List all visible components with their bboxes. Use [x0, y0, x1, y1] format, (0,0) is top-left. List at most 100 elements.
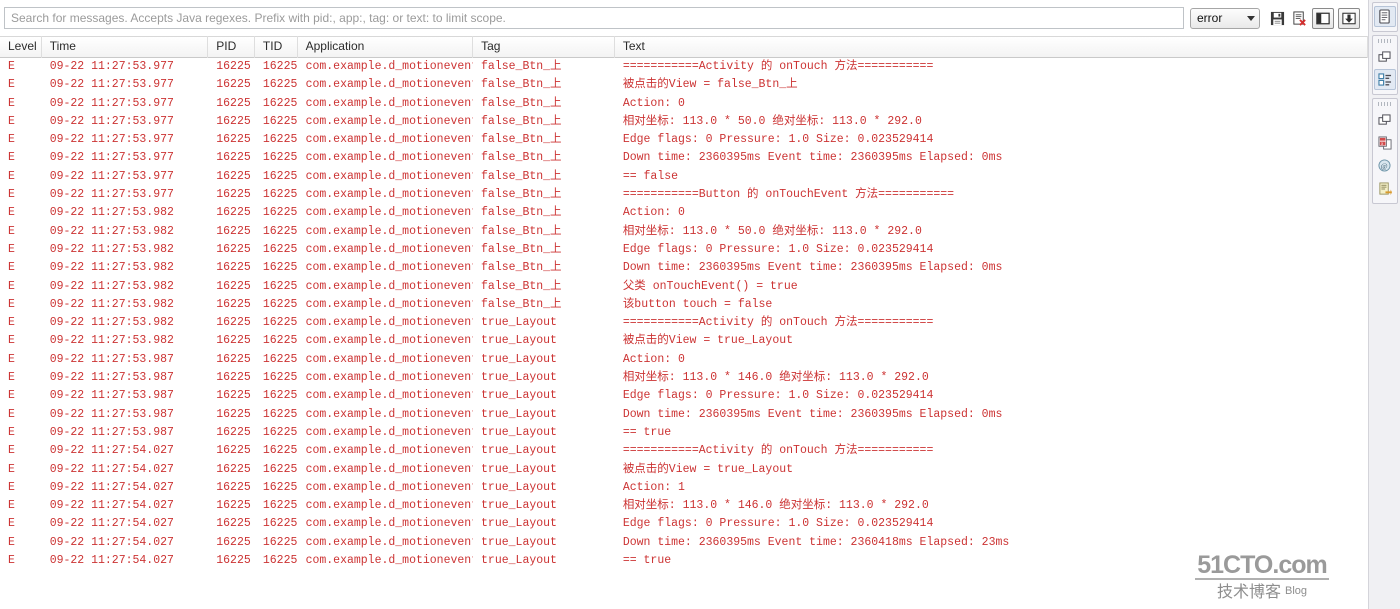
cell-level: E: [8, 499, 15, 513]
cell-app: com.example.d_motionevent: [305, 480, 474, 494]
logcat-table: Level Time PID TID Application Tag Text …: [0, 36, 1368, 595]
table-row[interactable]: E 09-22 11:27:53.987 16225 16225 com.example…: [0, 369, 1368, 387]
cell-time: 09-22 11:27:53.987: [49, 425, 174, 439]
table-row[interactable]: E 09-22 11:27:53.982 16225 16225 com.example…: [0, 204, 1368, 222]
table-row[interactable]: E 09-22 11:27:53.982 16225 16225 com.example…: [0, 332, 1368, 350]
cell-pid: 16225: [216, 425, 251, 439]
table-row[interactable]: E 09-22 11:27:53.982 16225 16225 com.example…: [0, 223, 1368, 241]
cell-tid: 16225: [262, 517, 298, 531]
cell-tag: true_Layout: [481, 407, 557, 421]
table-row[interactable]: E 09-22 11:27:53.977 16225 16225 com.example…: [0, 113, 1368, 131]
log-level-dropdown[interactable]: error: [1190, 7, 1260, 29]
table-row[interactable]: E 09-22 11:27:53.977 16225 16225 com.example…: [0, 168, 1368, 186]
column-header-pid[interactable]: PID: [208, 36, 255, 58]
export-selected-items-icon[interactable]: [1338, 7, 1360, 29]
cell-text: Edge flags: 0 Pressure: 1.0 Size: 0.0235…: [622, 389, 934, 403]
outline-icon[interactable]: [1373, 69, 1396, 90]
column-header-text[interactable]: Text: [615, 36, 1368, 58]
cell-pid: 16225: [216, 480, 251, 494]
problems-icon[interactable]: x: [1374, 132, 1396, 153]
column-header-tid[interactable]: TID: [255, 36, 298, 58]
devices-icon[interactable]: [1374, 46, 1396, 67]
table-row[interactable]: E 09-22 11:27:53.982 16225 16225 com.example…: [0, 296, 1368, 314]
cell-app: com.example.d_motionevent: [305, 133, 474, 147]
cell-level: E: [8, 517, 15, 531]
cell-tag: true_Layout: [481, 462, 557, 476]
cell-time: 09-22 11:27:53.987: [49, 389, 174, 403]
cell-pid: 16225: [216, 554, 251, 568]
cell-tid: 16225: [262, 169, 298, 183]
clear-log-icon[interactable]: [1290, 8, 1308, 28]
cell-pid: 16225: [216, 297, 251, 311]
table-row[interactable]: E 09-22 11:27:53.982 16225 16225 com.example…: [0, 241, 1368, 259]
column-header-application[interactable]: Application: [298, 36, 474, 58]
cell-tag: true_Layout: [481, 480, 557, 494]
cell-text: 该button touch = false: [622, 297, 773, 311]
save-log-icon[interactable]: [1268, 8, 1286, 28]
cell-level: E: [8, 96, 15, 110]
cell-text: == true: [622, 425, 672, 439]
cell-time: 09-22 11:27:53.987: [49, 371, 174, 385]
rail-grip-handle-2[interactable]: [1377, 102, 1392, 106]
cell-time: 09-22 11:27:53.977: [49, 114, 174, 128]
table-row[interactable]: E 09-22 11:27:53.982 16225 16225 com.example…: [0, 259, 1368, 277]
cell-pid: 16225: [216, 261, 251, 275]
rail-group-misc: x @: [1371, 98, 1398, 204]
cell-text: Down time: 2360395ms Event time: 2360395…: [622, 151, 1003, 165]
table-row[interactable]: E 09-22 11:27:53.977 16225 16225 com.example…: [0, 149, 1368, 167]
table-row[interactable]: E 09-22 11:27:54.027 16225 16225 com.example…: [0, 479, 1368, 497]
devices-2-icon[interactable]: [1374, 109, 1396, 130]
cell-tag: false_Btn_上: [481, 60, 562, 73]
cell-app: com.example.d_motionevent: [305, 188, 474, 202]
table-row[interactable]: E 09-22 11:27:54.027 16225 16225 com.example…: [0, 515, 1368, 533]
cell-time: 09-22 11:27:53.982: [49, 206, 174, 220]
table-row[interactable]: E 09-22 11:27:54.027 16225 16225 com.example…: [0, 497, 1368, 515]
cell-level: E: [8, 389, 15, 403]
search-placeholder: Search for messages. Accepts Java regexe…: [11, 11, 506, 25]
column-header-level[interactable]: Level: [0, 36, 42, 58]
cell-app: com.example.d_motionevent: [305, 206, 474, 220]
cell-pid: 16225: [216, 151, 251, 165]
logcat-view-icon[interactable]: [1373, 6, 1396, 27]
cell-level: E: [8, 444, 15, 458]
cell-level: E: [8, 371, 15, 385]
table-row[interactable]: E 09-22 11:27:53.982 16225 16225 com.example…: [0, 278, 1368, 296]
cell-tag: false_Btn_上: [481, 279, 562, 293]
table-row[interactable]: E 09-22 11:27:53.977 16225 16225 com.example…: [0, 58, 1368, 76]
cell-pid: 16225: [216, 316, 251, 330]
cell-tid: 16225: [262, 188, 298, 202]
column-header-time[interactable]: Time: [42, 36, 209, 58]
cell-tid: 16225: [262, 151, 298, 165]
javadoc-icon[interactable]: @: [1374, 155, 1396, 176]
cell-time: 09-22 11:27:54.027: [49, 517, 174, 531]
column-header-tag[interactable]: Tag: [473, 36, 615, 58]
table-row[interactable]: E 09-22 11:27:54.027 16225 16225 com.example…: [0, 442, 1368, 460]
cell-level: E: [8, 334, 15, 348]
table-row[interactable]: E 09-22 11:27:54.027 16225 16225 com.example…: [0, 552, 1368, 570]
table-row[interactable]: E 09-22 11:27:53.977 16225 16225 com.example…: [0, 95, 1368, 113]
table-row[interactable]: E 09-22 11:27:53.987 16225 16225 com.example…: [0, 424, 1368, 442]
table-row[interactable]: E 09-22 11:27:53.977 16225 16225 com.example…: [0, 186, 1368, 204]
table-row[interactable]: E 09-22 11:27:53.987 16225 16225 com.example…: [0, 406, 1368, 424]
cell-text: ===========Activity 的 onTouch 方法========…: [622, 60, 934, 73]
cell-app: com.example.d_motionevent: [305, 60, 474, 73]
table-row[interactable]: E 09-22 11:27:53.977 16225 16225 com.example…: [0, 131, 1368, 149]
cell-tid: 16225: [262, 462, 298, 476]
declaration-icon[interactable]: [1374, 178, 1396, 199]
table-row[interactable]: E 09-22 11:27:54.027 16225 16225 com.example…: [0, 461, 1368, 479]
display-saved-logs-icon[interactable]: [1312, 7, 1334, 29]
cell-time: 09-22 11:27:53.982: [49, 242, 174, 256]
rail-grip-handle[interactable]: [1377, 39, 1392, 43]
cell-tid: 16225: [262, 352, 298, 366]
table-row[interactable]: E 09-22 11:27:53.977 16225 16225 com.example…: [0, 76, 1368, 94]
cell-text: ===========Activity 的 onTouch 方法========…: [622, 444, 934, 458]
table-row[interactable]: E 09-22 11:27:53.982 16225 16225 com.example…: [0, 314, 1368, 332]
cell-time: 09-22 11:27:53.982: [49, 334, 174, 348]
table-row[interactable]: E 09-22 11:27:53.987 16225 16225 com.example…: [0, 351, 1368, 369]
table-row[interactable]: E 09-22 11:27:54.027 16225 16225 com.example…: [0, 534, 1368, 552]
table-row[interactable]: E 09-22 11:27:53.987 16225 16225 com.example…: [0, 387, 1368, 405]
cell-time: 09-22 11:27:53.982: [49, 279, 174, 293]
cell-time: 09-22 11:27:53.977: [49, 78, 174, 92]
search-input[interactable]: Search for messages. Accepts Java regexe…: [4, 7, 1184, 29]
cell-pid: 16225: [216, 169, 251, 183]
